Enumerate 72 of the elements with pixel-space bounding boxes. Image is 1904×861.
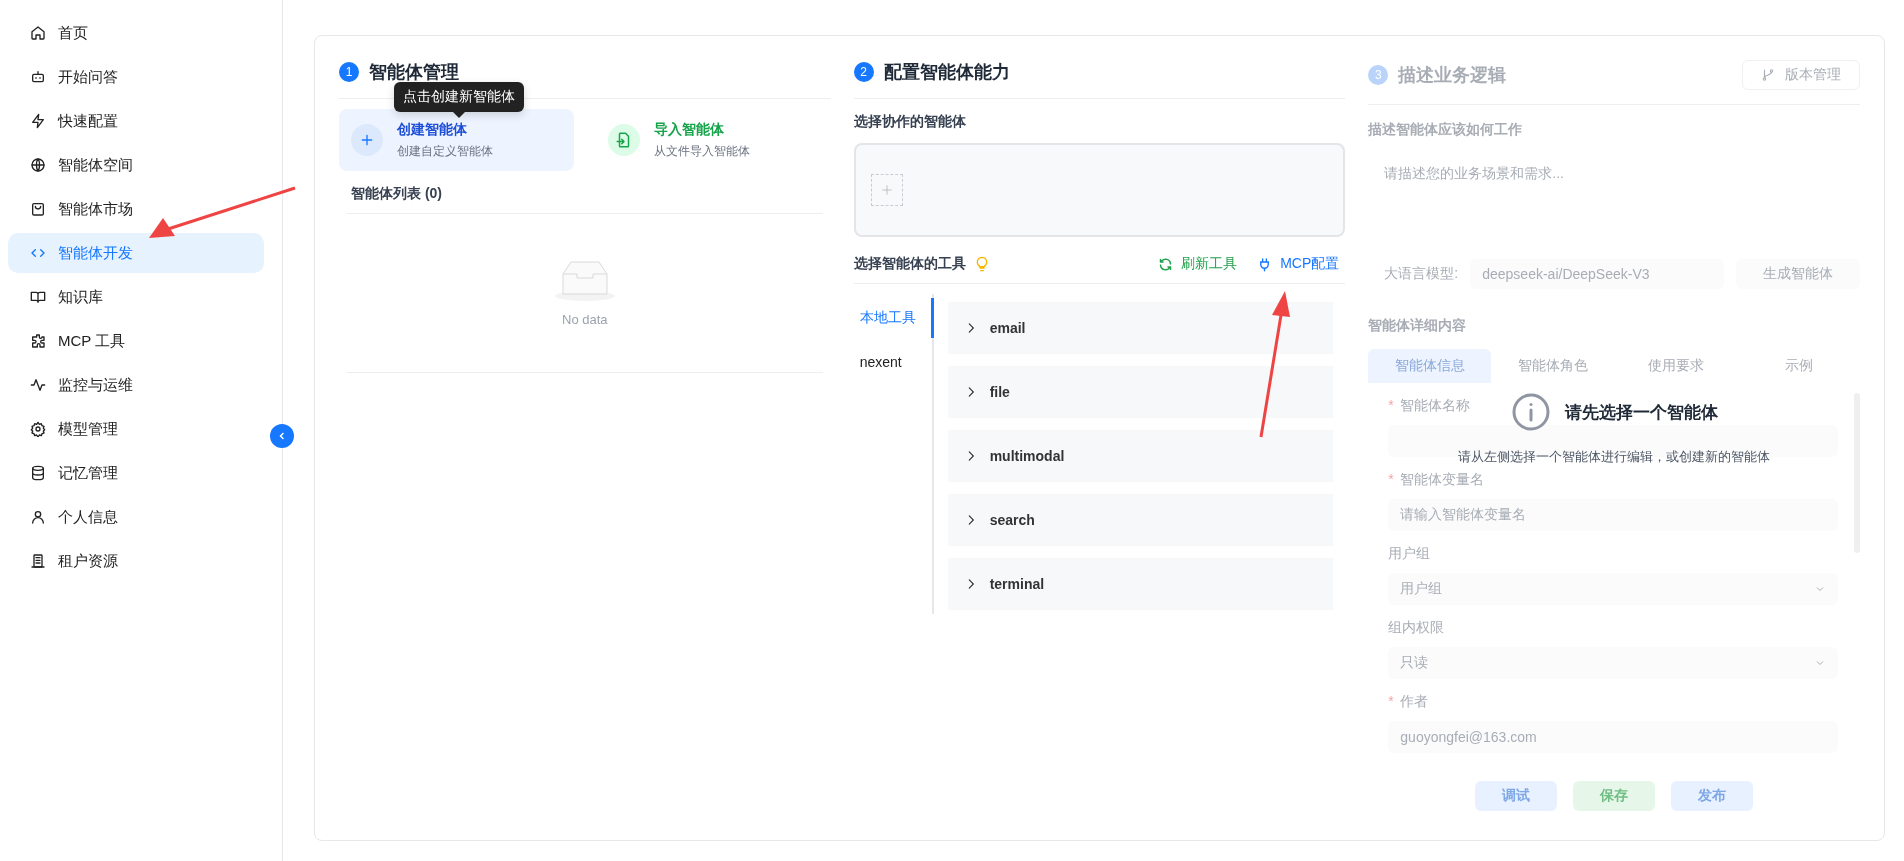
sidebar-item[interactable]: 租户资源: [8, 541, 264, 581]
home-icon: [30, 25, 46, 41]
user-icon: [30, 509, 46, 525]
tool-name: email: [989, 320, 1026, 336]
robot-icon: [30, 69, 46, 85]
notice-text: 请从左侧选择一个智能体进行编辑，或创建新的智能体: [1458, 448, 1771, 466]
mcp-config-button[interactable]: MCP配置: [1251, 255, 1346, 273]
tool-group[interactable]: email: [947, 302, 1334, 354]
tooltip: 点击创建新智能体: [394, 82, 524, 118]
gear-icon: [30, 421, 46, 437]
details-label: 智能体详细内容: [1368, 317, 1468, 335]
sidebar-item[interactable]: 个人信息: [8, 497, 264, 537]
model-label: 大语言模型:: [1384, 265, 1459, 283]
tools-label: 选择智能体的工具: [853, 255, 966, 273]
sidebar-item[interactable]: 知识库: [8, 277, 264, 317]
empty-text: No data: [562, 311, 608, 327]
collaborators-label: 选择协作的智能体: [853, 113, 967, 131]
plus-icon: [879, 183, 894, 197]
branch-icon: [1761, 68, 1775, 82]
database-icon: [30, 465, 46, 481]
empty-inbox-icon: [552, 259, 617, 302]
sidebar-item[interactable]: 快速配置: [8, 101, 264, 141]
notice-title: 请先选择一个智能体: [1564, 401, 1718, 424]
book-icon: [30, 289, 46, 305]
lightning-icon: [30, 113, 46, 129]
required-mark: *: [1388, 397, 1394, 415]
refresh-tools-button[interactable]: 刷新工具: [1152, 255, 1244, 273]
plus-icon: [359, 132, 375, 148]
tool-group[interactable]: file: [947, 366, 1334, 418]
import-agent-button[interactable]: 导入智能体 从文件导入智能体: [595, 109, 831, 171]
sidebar-item[interactable]: MCP 工具: [8, 321, 264, 361]
create-agent-button[interactable]: 创建智能体 创建自定义智能体: [339, 109, 574, 171]
section-title: 描述业务逻辑: [1398, 64, 1507, 87]
field-label: 智能体名称: [1399, 397, 1470, 415]
field-label: 作者: [1399, 693, 1428, 711]
tool-name: file: [989, 384, 1010, 400]
list-title: 智能体列表 (0): [347, 171, 823, 214]
section-title: 智能体管理: [369, 61, 459, 84]
sidebar-item[interactable]: 模型管理: [8, 409, 264, 449]
sidebar-item[interactable]: 记忆管理: [8, 453, 264, 493]
bag-icon: [30, 201, 46, 217]
tool-group[interactable]: multimodal: [947, 430, 1334, 482]
step-number: 1: [339, 62, 359, 82]
description-label: 描述智能体应该如何工作: [1368, 121, 1524, 139]
field-label: 组内权限: [1388, 619, 1445, 637]
pulse-icon: [30, 377, 46, 393]
tool-name: multimodal: [989, 448, 1065, 464]
refresh-icon: [1158, 256, 1174, 272]
step-number: 2: [853, 62, 874, 82]
required-mark: *: [1388, 471, 1394, 489]
tool-group[interactable]: search: [947, 494, 1334, 546]
info-icon: [1510, 392, 1551, 432]
puzzle-icon: [30, 333, 46, 349]
required-mark: *: [1388, 693, 1394, 711]
tool-name: search: [989, 512, 1035, 528]
collapse-sidebar-button[interactable]: [270, 424, 294, 448]
field-label: 用户组: [1388, 545, 1431, 563]
sidebar-item[interactable]: 智能体市场: [8, 189, 264, 229]
field-label: 智能体变量名: [1399, 471, 1484, 489]
tool-tab[interactable]: 本地工具: [853, 298, 934, 338]
tool-name: terminal: [989, 576, 1045, 592]
sidebar-item[interactable]: 监控与运维: [8, 365, 264, 405]
tool-group[interactable]: terminal: [947, 558, 1334, 610]
building-icon: [30, 553, 46, 569]
sidebar-item[interactable]: 智能体空间: [8, 145, 264, 185]
section-title: 配置智能体能力: [883, 61, 1010, 84]
tool-tab[interactable]: nexent: [853, 342, 934, 382]
sidebar-item[interactable]: 开始问答: [8, 57, 264, 97]
globe-icon: [30, 157, 46, 173]
sidebar-item[interactable]: 智能体开发: [8, 233, 264, 273]
step-number: 3: [1368, 65, 1389, 85]
sidebar-item[interactable]: 首页: [8, 13, 264, 53]
